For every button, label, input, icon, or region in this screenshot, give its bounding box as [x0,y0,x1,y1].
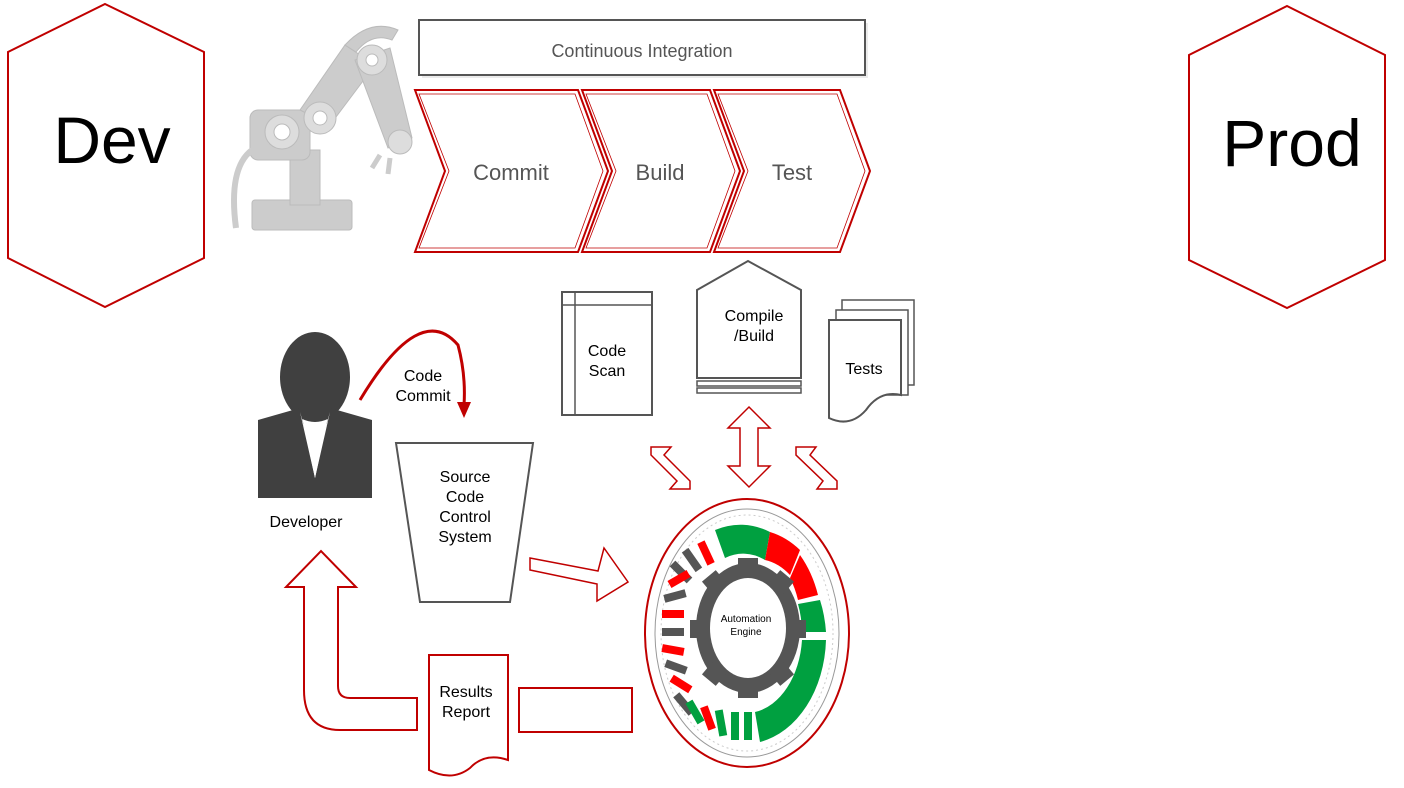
developer-icon [258,332,372,498]
results-report-line1: Results [439,684,492,701]
scan-engine-arrow [650,446,691,490]
chevron-commit-label: Commit [473,160,549,185]
engine-label-line1: Automation [721,614,772,625]
engine-connector-arrows [650,405,838,490]
chevron-test-label: Test [772,160,812,185]
source-control-line4: System [438,529,491,546]
source-control-shape: Source Code Control System [394,442,535,603]
feedback-arrow [283,549,418,731]
build-engine-double-arrow [726,405,772,489]
results-report-doc: Results Report [428,654,509,777]
compile-build-box: Compile /Build [696,259,802,394]
code-commit-line2: Commit [395,388,451,405]
code-scan-line2: Scan [589,363,625,380]
dev-label: Dev [53,103,170,177]
source-to-engine-arrow [529,546,630,603]
prod-label: Prod [1222,106,1361,180]
chevron-build-label: Build [636,160,685,185]
code-scan-box: Code Scan [561,291,653,416]
developer-label: Developer [270,514,344,531]
chevron-commit: Commit [413,89,610,253]
robot-arm-icon [231,25,413,231]
prod-hexagon: Prod [1188,4,1386,310]
automation-engine-gauge: Automation Engine [644,498,850,768]
tests-label: Tests [845,361,882,378]
devops-diagram: Dev Prod Continuous Integration Commit B… [7,2,1386,777]
ci-title: Continuous Integration [551,41,732,61]
engine-to-results-bar [518,687,633,733]
ci-banner: Continuous Integration [418,19,868,78]
source-control-line2: Code [446,489,484,506]
engine-label-line2: Engine [730,627,762,638]
source-control-line1: Source [440,469,491,486]
tests-documents: Tests [828,299,915,423]
dev-hexagon: Dev [7,2,205,309]
source-control-line3: Control [439,509,491,526]
code-scan-line1: Code [588,343,626,360]
compile-build-line2: /Build [734,328,774,345]
compile-build-line1: Compile [725,308,784,325]
results-report-line2: Report [442,704,491,721]
code-commit-line1: Code [404,368,442,385]
tests-engine-arrow [795,446,838,490]
